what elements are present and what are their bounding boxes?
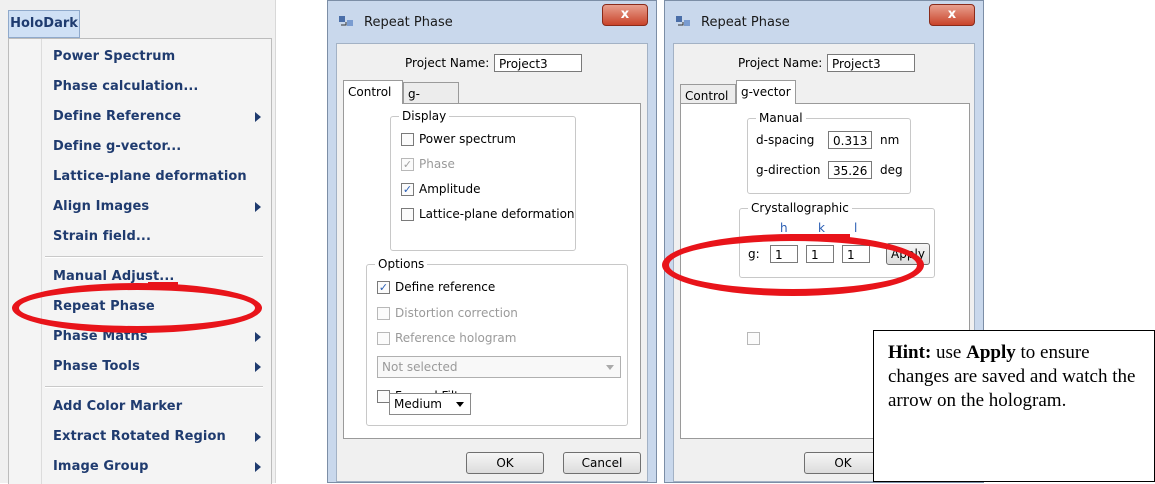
submenu-arrow-icon	[255, 462, 261, 472]
project-name-field[interactable]: Project3	[827, 54, 915, 72]
phase-checkbox: ✓	[401, 158, 414, 171]
close-button[interactable]: x	[929, 4, 975, 26]
menu-item-align-images[interactable]: Align Images	[53, 199, 149, 214]
distortion-correction-label: Distortion correction	[395, 306, 518, 320]
h-header: h	[780, 221, 788, 235]
reference-hologram-label: Reference hologram	[395, 331, 517, 345]
dialog-titlebar: Repeat Phase x	[328, 1, 656, 43]
hint-label: Hint:	[888, 342, 932, 363]
control-tab-panel: Display Power spectrum ✓ Phase ✓ Amplitu…	[343, 103, 641, 439]
menu-item-extract-rotated-region[interactable]: Extract Rotated Region	[53, 429, 226, 444]
project-name-field[interactable]: Project3	[494, 54, 582, 72]
dialog-title: Repeat Phase	[364, 15, 453, 30]
hint-box: Hint: use Apply to ensure changes are sa…	[873, 330, 1155, 482]
power-spectrum-checkbox[interactable]	[401, 133, 414, 146]
hint-text-1: use	[931, 342, 967, 363]
menu-item-power-spectrum[interactable]: Power Spectrum	[53, 49, 175, 64]
project-name-label: Project Name:	[405, 56, 490, 70]
lattice-plane-deformation-label: Lattice-plane deformation	[419, 207, 575, 221]
ok-button[interactable]: OK	[466, 452, 544, 474]
menu-title[interactable]: HoloDark	[8, 10, 80, 38]
fresnel-level-value: Medium	[394, 397, 442, 411]
manual-group-title: Manual	[756, 111, 806, 125]
options-group-title: Options	[375, 257, 428, 271]
g-direction-label: g-direction	[756, 163, 821, 177]
tab-control[interactable]: Control	[343, 80, 403, 104]
reference-hologram-select-value: Not selected	[382, 360, 458, 374]
submenu-arrow-icon	[255, 432, 261, 442]
menu-gutter	[41, 39, 42, 484]
app-icon	[339, 16, 353, 26]
menu-list: Power Spectrum Phase calculation... Defi…	[8, 38, 272, 484]
define-reference-checkbox[interactable]: ✓	[377, 281, 390, 294]
hint-apply-word: Apply	[966, 342, 1016, 363]
menu-separator	[45, 256, 263, 258]
chevron-down-icon	[456, 402, 464, 407]
menu-item-define-reference[interactable]: Define Reference	[53, 109, 181, 124]
phase-label: Phase	[419, 157, 455, 171]
display-group: Display Power spectrum ✓ Phase ✓ Amplitu…	[390, 109, 576, 251]
d-spacing-field[interactable]: 0.313	[828, 131, 872, 149]
k-header: k	[818, 221, 825, 235]
app-icon	[676, 16, 690, 26]
ok-button[interactable]: OK	[804, 452, 882, 474]
g-direction-field[interactable]: 35.26	[828, 161, 872, 179]
reference-hologram-select: Not selected	[377, 356, 621, 378]
display-group-title: Display	[399, 109, 450, 123]
menu-item-strain-field[interactable]: Strain field...	[53, 229, 151, 244]
annotation-ellipse	[662, 234, 924, 296]
submenu-arrow-icon	[255, 112, 261, 122]
menu-item-image-group[interactable]: Image Group	[53, 459, 148, 474]
hidden-checkbox	[747, 332, 760, 345]
annotation-ellipse	[12, 283, 262, 333]
menu-item-add-color-marker[interactable]: Add Color Marker	[53, 399, 182, 414]
d-spacing-unit: nm	[880, 133, 900, 147]
dialog-titlebar: Repeat Phase x	[665, 1, 983, 43]
power-spectrum-label: Power spectrum	[419, 132, 516, 146]
define-reference-label: Define reference	[395, 280, 496, 294]
d-spacing-label: d-spacing	[756, 133, 815, 147]
lattice-plane-deformation-checkbox[interactable]	[401, 208, 414, 221]
menu-item-phase-tools[interactable]: Phase Tools	[53, 359, 140, 374]
tab-g-vector[interactable]: g-vector	[403, 82, 459, 123]
chevron-down-icon	[606, 365, 614, 370]
amplitude-checkbox[interactable]: ✓	[401, 183, 414, 196]
distortion-correction-checkbox	[377, 307, 390, 320]
project-name-label: Project Name:	[738, 56, 823, 70]
amplitude-label: Amplitude	[419, 182, 481, 196]
holodark-menu-panel: HoloDark Power Spectrum Phase calculatio…	[0, 0, 276, 484]
submenu-arrow-icon	[255, 362, 261, 372]
close-button[interactable]: x	[602, 4, 648, 26]
cancel-button[interactable]: Cancel	[563, 452, 641, 474]
menu-item-phase-calculation[interactable]: Phase calculation...	[53, 79, 198, 94]
dialog-client: Project Name: Project3 Control g-vector …	[336, 43, 648, 482]
menu-item-define-g-vector[interactable]: Define g-vector...	[53, 139, 181, 154]
manual-group: Manual d-spacing 0.313 nm g-direction 35…	[747, 111, 911, 194]
reference-hologram-checkbox	[377, 332, 390, 345]
crystallographic-group-title: Crystallographic	[748, 201, 852, 215]
menu-item-lattice-plane-deformation[interactable]: Lattice-plane deformation	[53, 169, 247, 184]
submenu-arrow-icon	[255, 202, 261, 212]
l-header: l	[854, 221, 858, 235]
g-direction-unit: deg	[880, 163, 903, 177]
fresnel-level-select[interactable]: Medium	[389, 393, 471, 415]
dialog-title: Repeat Phase	[701, 15, 790, 30]
submenu-arrow-icon	[255, 332, 261, 342]
menu-separator	[45, 386, 263, 388]
repeat-phase-dialog-control: Repeat Phase x Project Name: Project3 Co…	[327, 0, 657, 483]
tab-g-vector[interactable]: g-vector	[736, 80, 796, 104]
